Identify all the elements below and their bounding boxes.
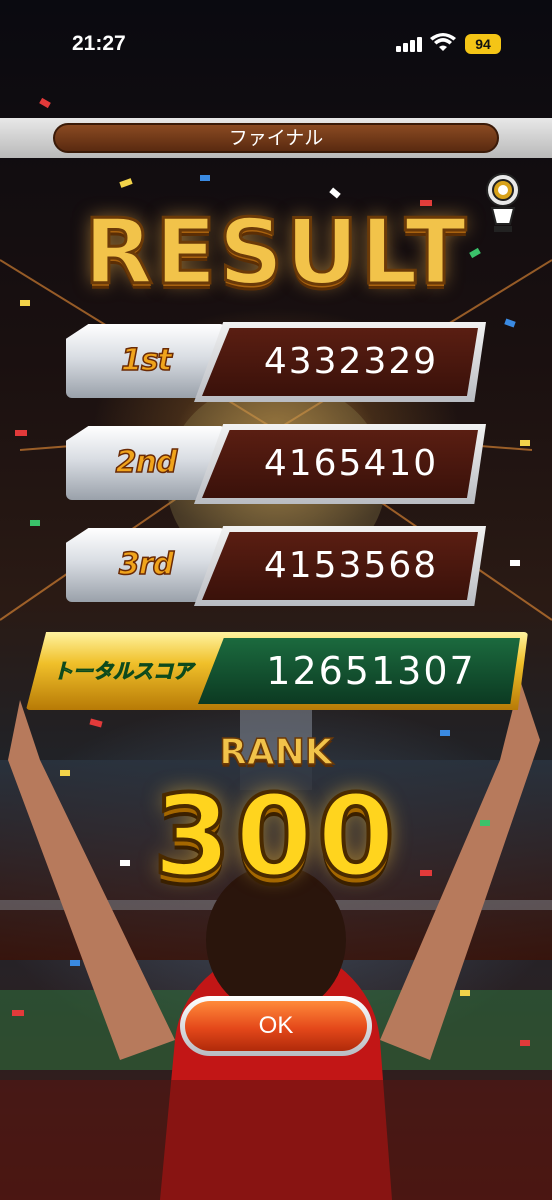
total-score-value: 12651307 [266, 649, 476, 693]
rank-label: 2nd [115, 444, 178, 481]
rank-number: 300 [151, 770, 399, 904]
stage-title: ファイナル [53, 123, 499, 153]
rank-label: 3rd [118, 546, 175, 583]
score-value: 4332329 [263, 341, 439, 382]
score-value: 4165410 [263, 443, 439, 484]
rank-heading: RANK [218, 731, 333, 774]
wifi-icon [430, 33, 456, 51]
rank-label: 1st [120, 342, 173, 379]
score-row-2nd: 2nd 4165410 [66, 424, 486, 504]
battery-icon: 94 [465, 34, 501, 54]
score-row-1st: 1st 4332329 [66, 322, 486, 402]
score-row-3rd: 3rd 4153568 [66, 526, 486, 606]
status-time: 21:27 [72, 32, 126, 55]
result-title: RESULT [82, 199, 469, 307]
status-bar: 21:27 94 [0, 0, 552, 90]
score-value: 4153568 [263, 545, 439, 586]
total-score-label: トータルスコア [53, 659, 194, 684]
result-screen: 21:27 94 ファイナル RESULT 1st 4332329 2nd 41… [0, 0, 552, 1200]
ok-button[interactable]: OK [180, 996, 372, 1056]
ok-button-label: OK [185, 1001, 367, 1051]
cellular-signal-icon [396, 36, 424, 52]
total-score-row: トータルスコア 12651307 [26, 632, 528, 710]
